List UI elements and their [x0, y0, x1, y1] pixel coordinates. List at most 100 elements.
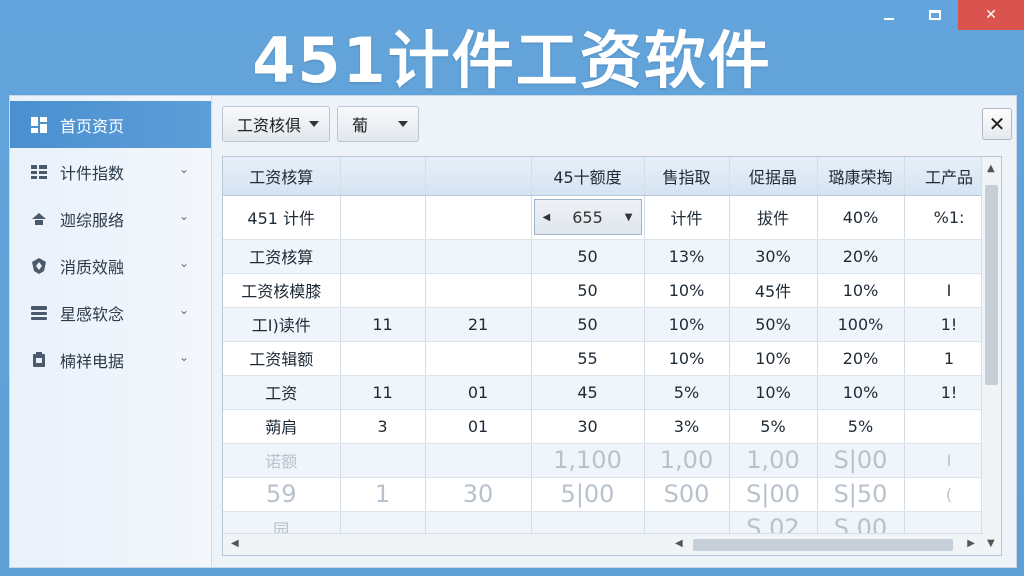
table-cell[interactable]: 10%	[817, 273, 905, 308]
scroll-up-icon[interactable]: ▲	[987, 163, 995, 174]
vertical-scroll-thumb[interactable]	[985, 185, 998, 385]
table-cell[interactable]: 1	[340, 477, 426, 512]
table-cell[interactable]: 1,00	[644, 443, 730, 478]
table-cell[interactable]: 11	[340, 375, 426, 410]
table-row[interactable]: 诺额 1,100 1,00 1,00 S|00 I	[223, 443, 995, 478]
table-cell[interactable]: 工资核算	[223, 239, 341, 274]
sidebar-item-quality[interactable]: 消质效融 ⌄	[10, 242, 211, 289]
table-cell[interactable]	[340, 195, 426, 240]
table-cell[interactable]: 诺额	[223, 443, 341, 478]
table-cell[interactable]: 21	[425, 307, 532, 342]
table-cell[interactable]: 3%	[644, 409, 730, 444]
table-cell[interactable]: 5%	[729, 409, 818, 444]
table-cell[interactable]	[340, 341, 426, 376]
table-cell[interactable]: 10%	[644, 273, 730, 308]
table-cell[interactable]: 451 计件	[223, 195, 341, 240]
table-cell[interactable]: 5%	[644, 375, 730, 410]
table-cell[interactable]: 13%	[644, 239, 730, 274]
table-cell[interactable]: 蒴肩	[223, 409, 341, 444]
table-row[interactable]: 工资 11 01 45 5% 10% 10% 1!	[223, 375, 995, 410]
table-cell[interactable]: 30%	[729, 239, 818, 274]
table-cell[interactable]: 11	[340, 307, 426, 342]
column-header[interactable]: 工资核算	[223, 157, 341, 196]
table-cell[interactable]: 30	[531, 409, 645, 444]
table-row[interactable]: 工资核模膝 50 10% 45件 10% I	[223, 273, 995, 308]
table-cell[interactable]	[425, 239, 532, 274]
table-row[interactable]: 59 1 30 5|00 S00 S|00 S|50 (	[223, 477, 995, 512]
table-cell[interactable]: 45	[531, 375, 645, 410]
horizontal-scrollbar[interactable]: ◀ ◀ ▶	[223, 533, 983, 555]
table-cell[interactable]: 01	[425, 375, 532, 410]
table-cell[interactable]: 3	[340, 409, 426, 444]
table-cell[interactable]: 拔件	[729, 195, 818, 240]
table-cell[interactable]: 50	[531, 307, 645, 342]
column-header[interactable]: 促据晶	[729, 157, 818, 196]
table-cell[interactable]: 10%	[644, 341, 730, 376]
table-cell[interactable]: S00	[644, 477, 730, 512]
table-cell[interactable]	[340, 273, 426, 308]
table-cell[interactable]: 30	[425, 477, 532, 512]
table-cell[interactable]: 工资	[223, 375, 341, 410]
table-cell[interactable]: 20%	[817, 239, 905, 274]
table-cell[interactable]: 10%	[644, 307, 730, 342]
table-cell[interactable]: 5|00	[531, 477, 645, 512]
table-cell[interactable]: 10%	[729, 375, 818, 410]
horizontal-scroll-thumb[interactable]	[693, 539, 953, 551]
table-cell[interactable]: 50%	[729, 307, 818, 342]
table-cell[interactable]: ◀ 655 ▼	[531, 195, 645, 240]
table-cell[interactable]: 工I)读件	[223, 307, 341, 342]
column-header[interactable]	[425, 157, 532, 196]
maximize-button[interactable]	[912, 0, 958, 30]
table-cell[interactable]: 1,00	[729, 443, 818, 478]
table-cell[interactable]: 100%	[817, 307, 905, 342]
column-header[interactable]: 售指取	[644, 157, 730, 196]
table-cell[interactable]: 工资核模膝	[223, 273, 341, 308]
table-cell[interactable]	[340, 239, 426, 274]
table-row[interactable]: 蒴肩 3 01 30 3% 5% 5%	[223, 409, 995, 444]
close-window-button[interactable]: ✕	[958, 0, 1024, 30]
filter-select-dropdown[interactable]: 葡	[337, 106, 419, 142]
table-cell[interactable]: 55	[531, 341, 645, 376]
table-cell[interactable]	[340, 443, 426, 478]
sidebar-item-data[interactable]: 楠祥电据 ⌄	[10, 336, 211, 383]
table-cell[interactable]: 10%	[729, 341, 818, 376]
table-cell[interactable]: 1,100	[531, 443, 645, 478]
table-cell[interactable]: S|50	[817, 477, 905, 512]
table-cell[interactable]: 50	[531, 239, 645, 274]
sidebar-item-network[interactable]: 迦综服络 ⌄	[10, 195, 211, 242]
table-cell[interactable]: 5%	[817, 409, 905, 444]
table-cell[interactable]: 10%	[817, 375, 905, 410]
table-cell[interactable]	[425, 195, 532, 240]
table-cell[interactable]: 20%	[817, 341, 905, 376]
sidebar-item-star[interactable]: 星感软念 ⌄	[10, 289, 211, 336]
scroll-left-icon[interactable]: ◀	[231, 538, 239, 549]
table-cell[interactable]	[425, 341, 532, 376]
wage-select-dropdown[interactable]: 工资核俱	[222, 106, 330, 142]
table-cell[interactable]: S|00	[729, 477, 818, 512]
cell-dropdown[interactable]: ◀ 655 ▼	[533, 199, 642, 235]
table-cell[interactable]: 59	[223, 477, 341, 512]
vertical-scrollbar[interactable]: ▲ ▼	[981, 157, 1001, 555]
scroll-right-icon[interactable]: ▶	[967, 538, 975, 549]
scroll-left-icon[interactable]: ◀	[675, 538, 683, 549]
column-header[interactable]: 45十额度	[531, 157, 645, 196]
table-cell[interactable]	[425, 443, 532, 478]
close-panel-button[interactable]: ✕	[982, 108, 1012, 140]
sidebar-item-piece-index[interactable]: 计件指数 ⌄	[10, 148, 211, 195]
table-cell[interactable]: 40%	[817, 195, 905, 240]
table-row[interactable]: 451 计件 ◀ 655 ▼ 计件 拔件 40% %1:	[223, 195, 995, 240]
column-header[interactable]: 璐康荣掏	[817, 157, 905, 196]
table-cell[interactable]: S|00	[817, 443, 905, 478]
table-row[interactable]: 工资核算 50 13% 30% 20%	[223, 239, 995, 274]
scroll-down-icon[interactable]: ▼	[987, 538, 995, 549]
column-header[interactable]	[340, 157, 426, 196]
sidebar-item-home[interactable]: 首页资页	[10, 101, 211, 148]
minimize-button[interactable]	[866, 0, 912, 30]
table-cell[interactable]: 工资辑额	[223, 341, 341, 376]
table-cell[interactable]	[425, 273, 532, 308]
table-cell[interactable]: 01	[425, 409, 532, 444]
table-cell[interactable]: 计件	[644, 195, 730, 240]
table-row[interactable]: 工I)读件 11 21 50 10% 50% 100% 1!	[223, 307, 995, 342]
table-row[interactable]: 工资辑额 55 10% 10% 20% 1	[223, 341, 995, 376]
table-cell[interactable]: 50	[531, 273, 645, 308]
